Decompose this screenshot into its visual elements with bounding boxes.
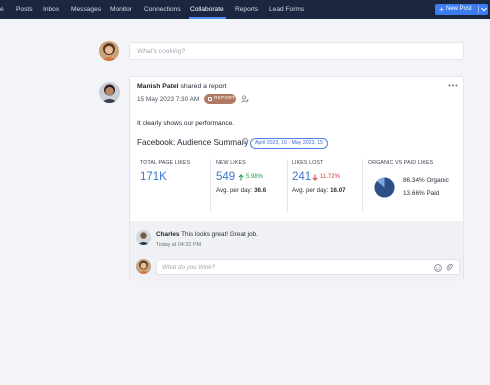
stat-value-total-page-likes: 171K — [140, 171, 167, 183]
emoji-icon[interactable] — [434, 264, 442, 272]
stat-divider — [362, 159, 363, 212]
organic-percentage: 86.34% Organic — [403, 177, 449, 184]
stat-label-total-page-likes: TOTAL PAGE LIKES — [140, 160, 191, 166]
commenter-avatar[interactable] — [136, 230, 151, 245]
avg-value: 16.07 — [330, 187, 346, 194]
info-icon[interactable]: i — [242, 138, 248, 144]
chevron-down-icon[interactable] — [481, 7, 487, 12]
paid-percentage: 13.66% Paid — [403, 190, 440, 197]
post-composer[interactable]: What's cooking? — [129, 42, 464, 60]
date-range-pill[interactable]: April 2023, 16 - May 2023, 15 — [250, 138, 328, 149]
stat-label-likes-lost: LIKES LOST — [292, 160, 324, 166]
composer-placeholder: What's cooking? — [137, 48, 186, 55]
post-author-line: Manish Patel shared a report — [137, 83, 227, 90]
more-options-icon[interactable] — [448, 84, 458, 87]
new-post-label: New Post — [446, 6, 472, 12]
avg-value: 36.6 — [254, 187, 267, 194]
stat-divider — [287, 159, 288, 212]
stat-value-likes-lost: 241 — [292, 171, 312, 183]
author-avatar[interactable] — [99, 82, 120, 103]
report-badge: REPORT — [204, 94, 236, 104]
reply-avatar[interactable] — [136, 259, 151, 274]
nav-item-inbox[interactable]: Inbox — [43, 0, 59, 19]
post-caption: It clearly shows our performance. — [137, 120, 235, 127]
arrow-down-icon — [312, 174, 318, 181]
avg-label: Avg. per day: — [292, 187, 329, 194]
report-title: Facebook: Audience Summary — [137, 138, 249, 147]
comment-text: This looks great! Great job. — [181, 231, 258, 238]
reply-input[interactable]: What do you think? — [156, 259, 460, 275]
attachment-icon[interactable] — [445, 263, 453, 272]
plus-icon: + — [439, 5, 444, 14]
button-separator — [478, 6, 479, 13]
nav-item-messages[interactable]: Messages — [71, 0, 101, 19]
stat-divider — [210, 159, 211, 212]
comment-line: Charles This looks great! Great job. — [156, 231, 258, 238]
reply-placeholder: What do you think? — [162, 264, 215, 271]
author-name[interactable]: Manish Patel — [137, 83, 179, 90]
commenter-name[interactable]: Charles — [156, 231, 179, 238]
stat-label-new-likes: NEW LIKES — [216, 160, 246, 166]
nav-item-partial[interactable]: e — [0, 0, 4, 19]
post-timestamp: 15 May 2023 7:30 AM — [137, 96, 200, 103]
nav-item-reports[interactable]: Reports — [235, 0, 258, 19]
new-likes-avg: Avg. per day: 36.6 — [216, 187, 266, 194]
nav-item-lead-forms[interactable]: Lead Forms — [269, 0, 304, 19]
likes-lost-avg: Avg. per day: 16.07 — [292, 187, 346, 194]
top-nav: e Posts Inbox Messages Monitor Connectio… — [0, 0, 490, 19]
people-icon[interactable] — [241, 95, 249, 103]
arrow-up-icon — [238, 174, 244, 181]
avatar[interactable] — [99, 41, 119, 61]
new-post-button[interactable]: + New Post — [435, 4, 488, 15]
organic-paid-pie-chart — [374, 177, 395, 198]
comment-time: Today at 04:32 PM — [156, 242, 201, 248]
report-icon — [208, 97, 212, 101]
active-tab-indicator — [189, 17, 226, 19]
post-action: shared a report — [180, 83, 227, 90]
avg-label: Avg. per day: — [216, 187, 253, 194]
stat-value-new-likes: 549 — [216, 171, 236, 183]
new-likes-change: 5.98% — [246, 174, 264, 180]
nav-item-connections[interactable]: Connections — [144, 0, 181, 19]
badge-label: REPORT — [214, 96, 236, 101]
nav-item-posts[interactable]: Posts — [16, 0, 33, 19]
nav-item-monitor[interactable]: Monitor — [110, 0, 132, 19]
post-card: Manish Patel shared a report 15 May 2023… — [129, 76, 464, 281]
likes-lost-change: 11.72% — [320, 174, 340, 180]
stat-label-organic-vs-paid: ORGANIC VS PAID LIKES — [368, 160, 434, 166]
